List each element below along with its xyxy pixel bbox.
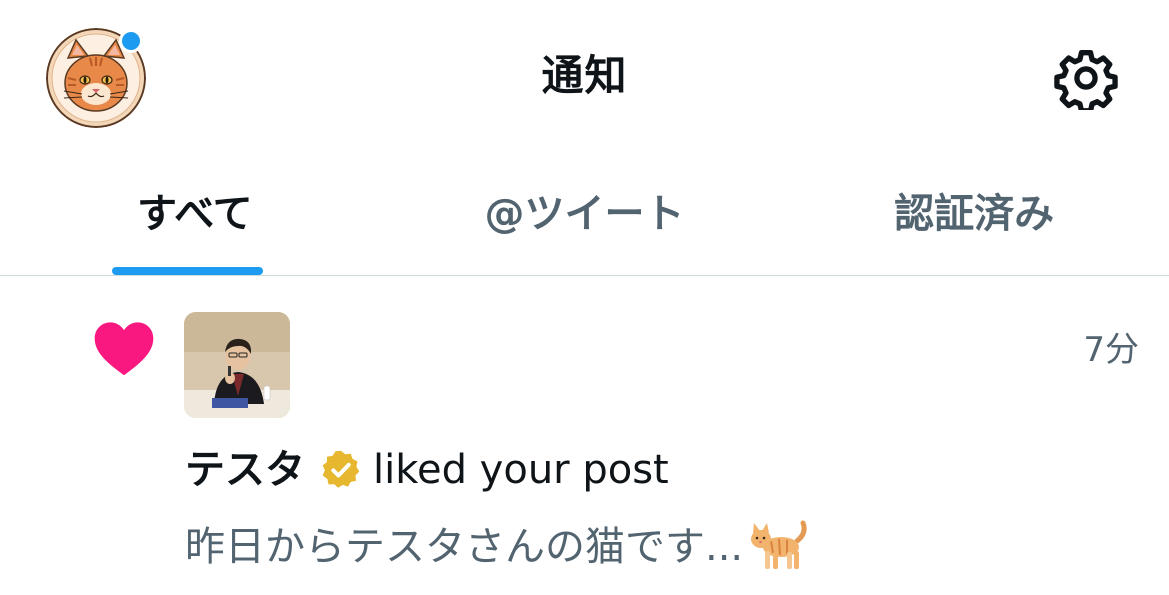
post-preview[interactable]: 昨日からテスタさんの猫です... [185, 519, 811, 575]
gear-icon [1054, 50, 1118, 110]
action-text: liked your post [373, 447, 669, 493]
actor-name[interactable]: テスタ [185, 444, 305, 496]
active-tab-indicator [112, 267, 263, 275]
heart-icon [94, 322, 154, 376]
cat-emoji-icon [751, 520, 807, 569]
notification-time: 7分 [1083, 330, 1139, 370]
tab-label: @ツイート [484, 190, 685, 237]
tab-bar: すべて @ツイート 認証済み [0, 150, 1169, 276]
actor-avatar[interactable] [184, 312, 290, 418]
settings-button[interactable] [1050, 42, 1122, 114]
tab-mentions[interactable]: @ツイート [390, 150, 780, 275]
tab-all[interactable]: すべて [0, 150, 390, 275]
tab-verified[interactable]: 認証済み [779, 150, 1169, 275]
tab-label: すべて [137, 190, 253, 237]
notification-summary: テスタ liked your post [185, 444, 669, 496]
post-preview-text: 昨日からテスタさんの猫です... [185, 524, 744, 570]
page-title: 通知 [541, 51, 628, 100]
verified-badge-icon [322, 450, 360, 488]
tab-label: 認証済み [894, 190, 1055, 237]
notification-item[interactable]: 7分 テスタ liked your post 昨日からテスタさんの猫です... [0, 276, 1169, 595]
person-photo-icon [184, 312, 290, 418]
header: 通知 [0, 0, 1169, 150]
